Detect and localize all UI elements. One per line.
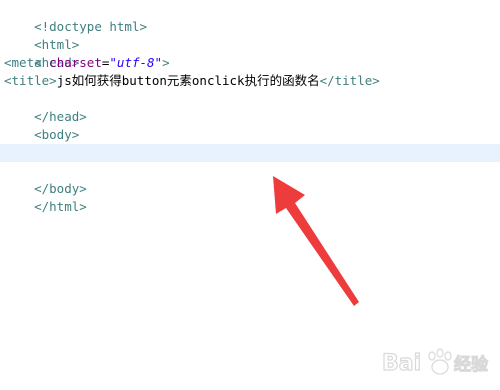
baidu-jingyan-watermark: Bai 经验: [381, 348, 489, 377]
code-editor[interactable]: <!doctype html> <html> <head> <meta char…: [0, 0, 500, 390]
svg-text:经验: 经验: [454, 354, 489, 375]
svg-text:Bai: Bai: [382, 351, 421, 376]
red-arrow-icon: [273, 176, 359, 306]
